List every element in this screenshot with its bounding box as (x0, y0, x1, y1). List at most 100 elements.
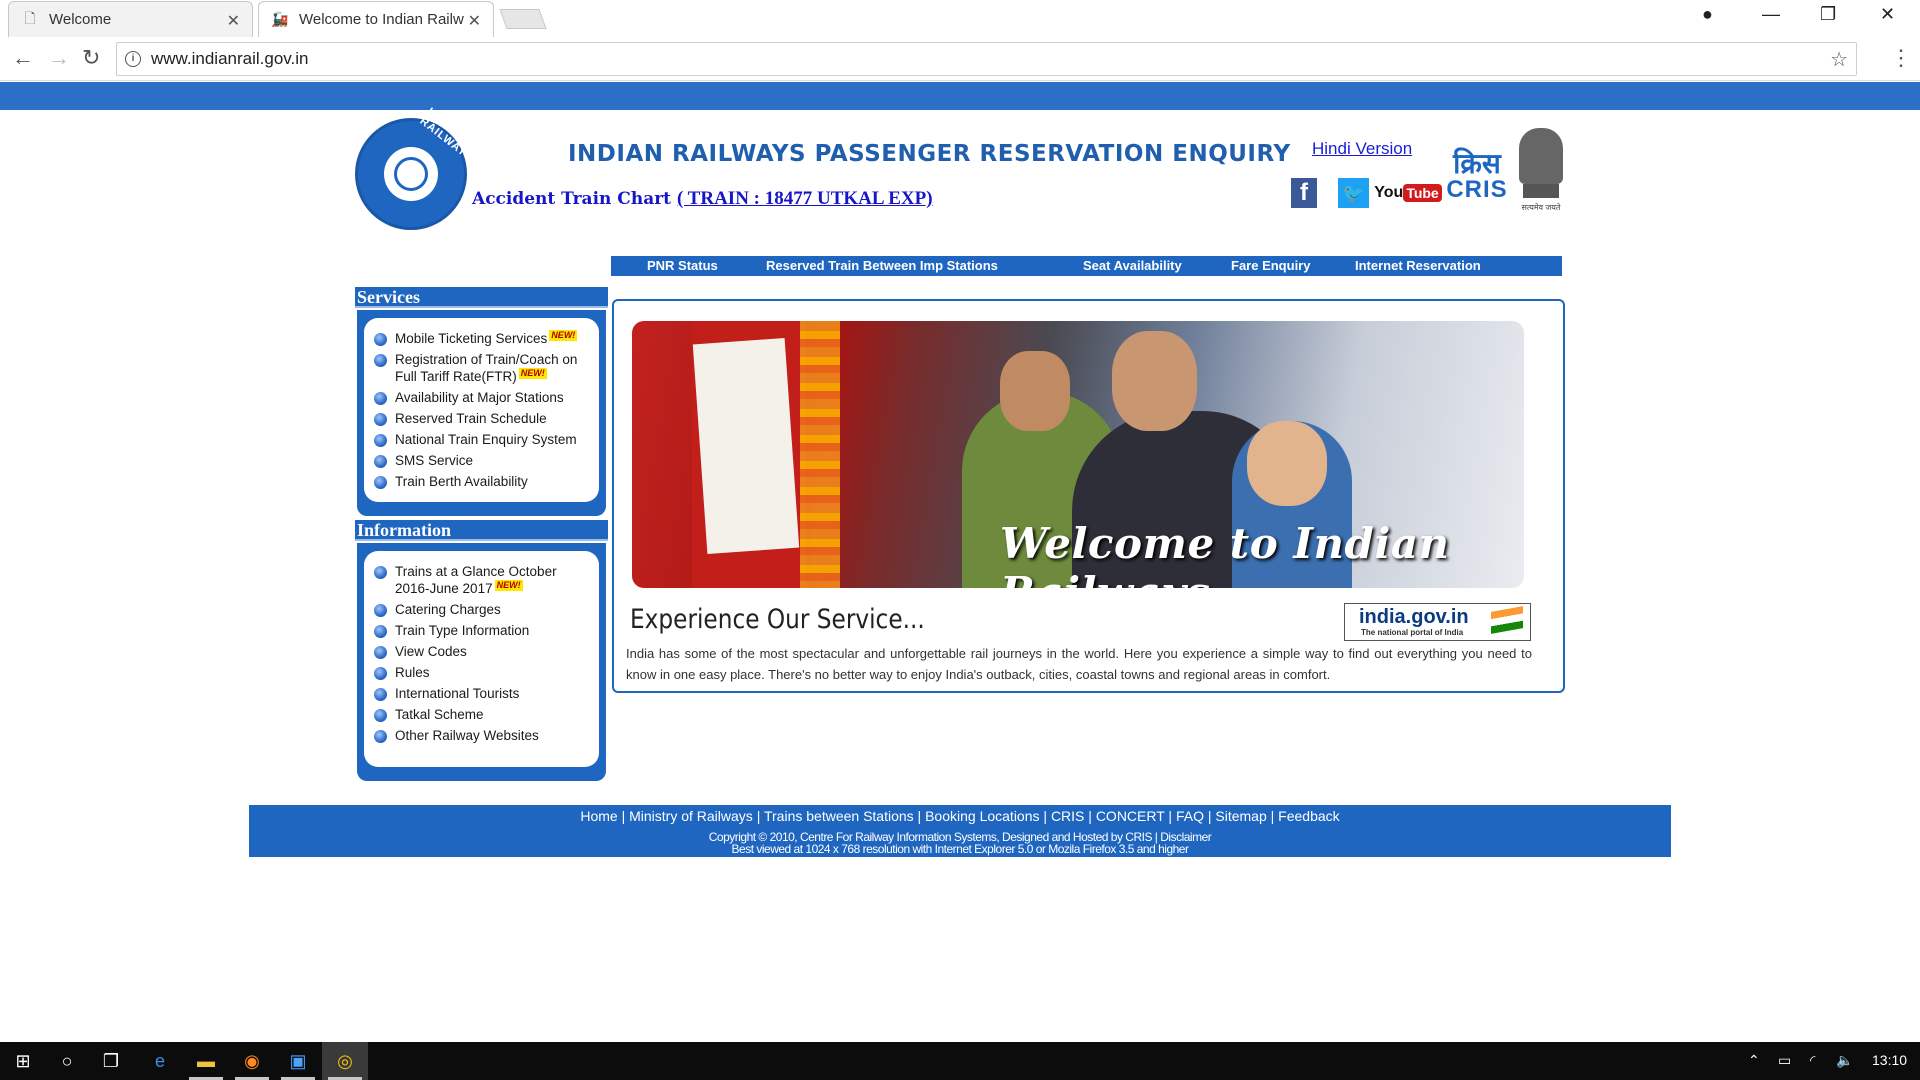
info-icon[interactable]: i (125, 51, 141, 67)
national-emblem-icon: सत्यमेव जयते (1515, 128, 1567, 216)
new-badge: NEW! (494, 580, 523, 591)
menu-reserved-train[interactable]: Reserved Train Between Imp Stations (766, 258, 998, 273)
minimize-button[interactable]: — (1762, 4, 1780, 25)
sidebar-item-information-5[interactable]: International Tourists (374, 685, 589, 702)
file-explorer-icon[interactable]: ▬ (193, 1048, 219, 1074)
train-favicon-icon: 🚂 (271, 11, 289, 27)
close-icon[interactable]: ✕ (227, 11, 240, 31)
sidebar-item-label: SMS Service (395, 453, 474, 468)
sidebar-item-label: Mobile Ticketing Services (395, 331, 548, 346)
sidebar-item-information-7[interactable]: Other Railway Websites (374, 727, 589, 744)
bullet-icon (374, 354, 387, 367)
menu-pnr-status[interactable]: PNR Status (647, 258, 718, 273)
bullet-icon (374, 730, 387, 743)
copyright-text: Copyright © 2010, Centre For Railway Inf… (708, 830, 1212, 856)
sidebar-item-information-0[interactable]: Trains at a Glance October 2016-June 201… (374, 563, 589, 597)
tab-strip: 🗋 Welcome ✕ 🚂 Welcome to Indian Railw ✕ … (0, 0, 1920, 37)
bullet-icon (374, 392, 387, 405)
sidebar-item-services-6[interactable]: Train Berth Availability (374, 473, 589, 490)
sidebar-item-label: Trains at a Glance October 2016-June 201… (395, 564, 557, 596)
page-title: INDIAN RAILWAYS PASSENGER RESERVATION EN… (568, 141, 1291, 167)
menu-fare-enquiry[interactable]: Fare Enquiry (1231, 258, 1310, 273)
accident-label: Accident Train Chart (472, 189, 672, 209)
url-text: www.indianrail.gov.in (151, 49, 309, 68)
sidebar-item-services-4[interactable]: National Train Enquiry System (374, 431, 589, 448)
hindi-version-link[interactable]: Hindi Version (1312, 139, 1412, 159)
cris-logo[interactable]: क्रिस CRIS (1443, 150, 1511, 202)
back-icon[interactable]: ← (12, 45, 34, 71)
sidebar-item-services-3[interactable]: Reserved Train Schedule (374, 410, 589, 427)
sidebar-item-information-6[interactable]: Tatkal Scheme (374, 706, 589, 723)
address-bar[interactable]: i www.indianrail.gov.in ☆ (116, 42, 1857, 76)
footer-link-7[interactable]: Sitemap (1215, 808, 1266, 824)
sidebar-item-label: International Tourists (395, 686, 520, 701)
chrome-icon[interactable]: ◎ (332, 1048, 358, 1074)
accident-train-link[interactable]: ( TRAIN : 18477 UTKAL EXP) (677, 188, 933, 209)
firefox-icon[interactable]: ◉ (239, 1048, 265, 1074)
search-icon[interactable]: ○ (54, 1048, 80, 1074)
new-badge: NEW! (518, 368, 547, 379)
information-box: Trains at a Glance October 2016-June 201… (357, 543, 606, 781)
sidebar-item-services-0[interactable]: Mobile Ticketing Services NEW! (374, 330, 589, 347)
services-box: Mobile Ticketing Services NEW! Registratio… (357, 310, 606, 516)
tab-label: Welcome to Indian Railw (299, 11, 464, 28)
sidebar-item-services-5[interactable]: SMS Service (374, 452, 589, 469)
forward-icon[interactable]: → (48, 45, 70, 71)
bullet-icon (374, 709, 387, 722)
youtube-icon[interactable]: You Tube (1374, 178, 1442, 208)
account-icon[interactable]: ● (1702, 4, 1713, 25)
reload-icon[interactable]: ↻ (82, 45, 100, 71)
tab-indian-railways[interactable]: 🚂 Welcome to Indian Railw ✕ (258, 1, 494, 37)
sidebar-item-information-4[interactable]: Rules (374, 664, 589, 681)
sidebar-item-services-1[interactable]: Registration of Train/Coach on Full Tari… (374, 351, 589, 385)
bookmark-star-icon[interactable]: ☆ (1830, 47, 1848, 72)
india-gov-link[interactable]: india.gov.in The national portal of Indi… (1344, 603, 1531, 641)
bullet-icon (374, 667, 387, 680)
task-view-icon[interactable]: ❐ (98, 1048, 124, 1074)
app-icon[interactable]: ▣ (285, 1048, 311, 1074)
bullet-icon (374, 455, 387, 468)
tray-chevron-icon[interactable]: ⌃ (1748, 1052, 1760, 1069)
footer-links: Home | Ministry of Railways | Trains bet… (580, 808, 1340, 824)
top-blue-bar (0, 82, 1920, 110)
sidebar-item-information-3[interactable]: View Codes (374, 643, 589, 660)
sidebar-item-label: Rules (395, 665, 430, 680)
footer-link-1[interactable]: Ministry of Railways (629, 808, 753, 824)
footer-link-6[interactable]: FAQ (1176, 808, 1204, 824)
footer-link-3[interactable]: Booking Locations (925, 808, 1039, 824)
tab-welcome[interactable]: 🗋 Welcome ✕ (8, 1, 253, 37)
wifi-icon[interactable]: ◜ (1810, 1052, 1815, 1069)
sidebar-item-information-2[interactable]: Train Type Information (374, 622, 589, 639)
new-tab-button[interactable] (499, 9, 547, 29)
facebook-icon[interactable]: f (1291, 178, 1317, 208)
bullet-icon (374, 646, 387, 659)
windows-start-icon[interactable]: ⊞ (10, 1048, 36, 1074)
welcome-banner-image: Welcome to Indian Railways... (632, 321, 1524, 588)
twitter-icon[interactable]: 🐦 (1338, 178, 1369, 208)
edge-icon[interactable]: e (147, 1048, 173, 1074)
taskbar: ⊞ ○ ❐ e ▬ ◉ ▣ ◎ ⌃ ▭ ◜ 🔈 13:10 (0, 1042, 1920, 1080)
footer-link-2[interactable]: Trains between Stations (764, 808, 914, 824)
close-window-button[interactable]: ✕ (1880, 4, 1895, 25)
footer-link-0[interactable]: Home (580, 808, 617, 824)
close-icon[interactable]: ✕ (468, 11, 481, 31)
battery-icon[interactable]: ▭ (1778, 1052, 1791, 1069)
banner-welcome-text: Welcome to Indian Railways... (1000, 519, 1450, 588)
volume-icon[interactable]: 🔈 (1836, 1052, 1853, 1069)
page-icon: 🗋 (24, 9, 36, 26)
sidebar-item-services-2[interactable]: Availability at Major Stations (374, 389, 589, 406)
menu-icon[interactable]: ⋮ (1890, 45, 1912, 71)
new-badge: NEW! (549, 330, 578, 341)
content-panel: Welcome to Indian Railways... Experience… (612, 299, 1565, 693)
sidebar-item-label: Registration of Train/Coach on Full Tari… (395, 352, 578, 384)
menu-seat-availability[interactable]: Seat Availability (1083, 258, 1182, 273)
footer-link-4[interactable]: CRIS (1051, 808, 1084, 824)
sidebar-item-information-1[interactable]: Catering Charges (374, 601, 589, 618)
menu-internet-reservation[interactable]: Internet Reservation (1355, 258, 1481, 273)
footer-link-8[interactable]: Feedback (1278, 808, 1339, 824)
sidebar-item-label: Catering Charges (395, 602, 501, 617)
footer-link-5[interactable]: CONCERT (1096, 808, 1165, 824)
accident-train-chart: Accident Train Chart ( TRAIN : 18477 UTK… (472, 188, 933, 210)
restore-button[interactable]: ❐ (1820, 4, 1836, 25)
clock[interactable]: 13:10 (1872, 1052, 1907, 1068)
